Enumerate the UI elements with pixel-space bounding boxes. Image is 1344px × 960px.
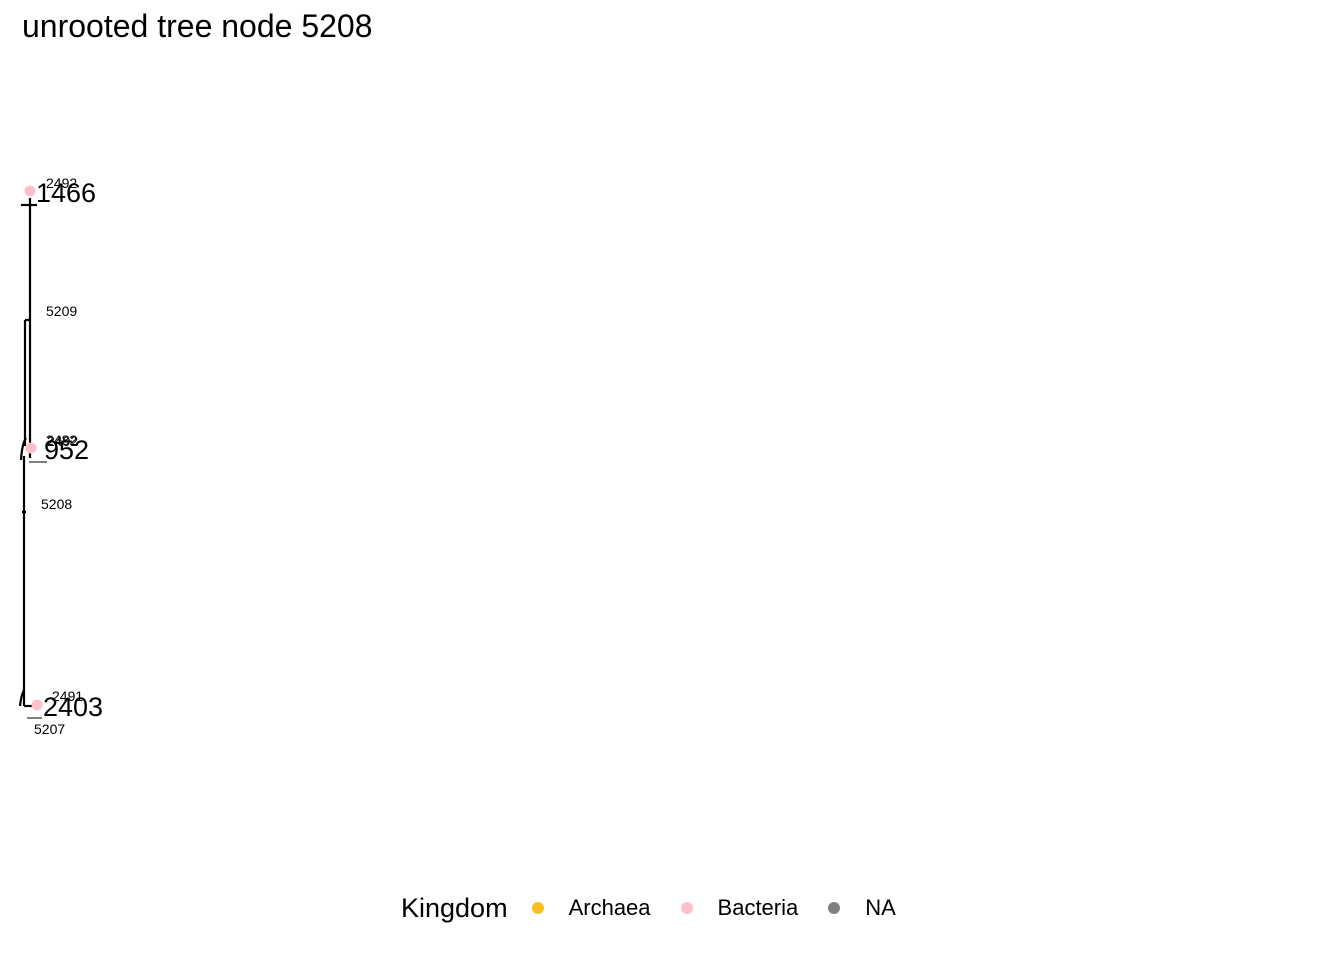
node-label: 5208 [41, 496, 72, 512]
legend-item-archaea: Archaea [531, 895, 651, 921]
legend-dot-archaea [531, 902, 544, 914]
legend: Kingdom Archaea Bacteria NA [401, 888, 926, 928]
legend-title: Kingdom [401, 892, 508, 923]
legend-label: Bacteria [717, 895, 799, 920]
legend-label: Archaea [568, 895, 651, 920]
tip-point-952 [25, 442, 37, 454]
tip-label-1466: 1466 [36, 178, 96, 208]
legend-item-na: NA [828, 895, 896, 921]
tip-label-952: 952 [44, 435, 89, 465]
legend-dot-na [828, 902, 841, 914]
legend-dot-bacteria [680, 902, 693, 914]
legend-item-bacteria: Bacteria [680, 895, 799, 921]
tip-point-2403 [31, 699, 43, 711]
node-label: 5207 [34, 721, 65, 737]
tree-diagram: 2492 1466 5209 2482 2492 952 5208 2491 2… [18, 175, 103, 737]
legend-label: NA [865, 895, 896, 920]
node-label: 5209 [46, 303, 77, 319]
tip-point-1466 [24, 185, 36, 197]
tip-label-2403: 2403 [43, 692, 103, 722]
